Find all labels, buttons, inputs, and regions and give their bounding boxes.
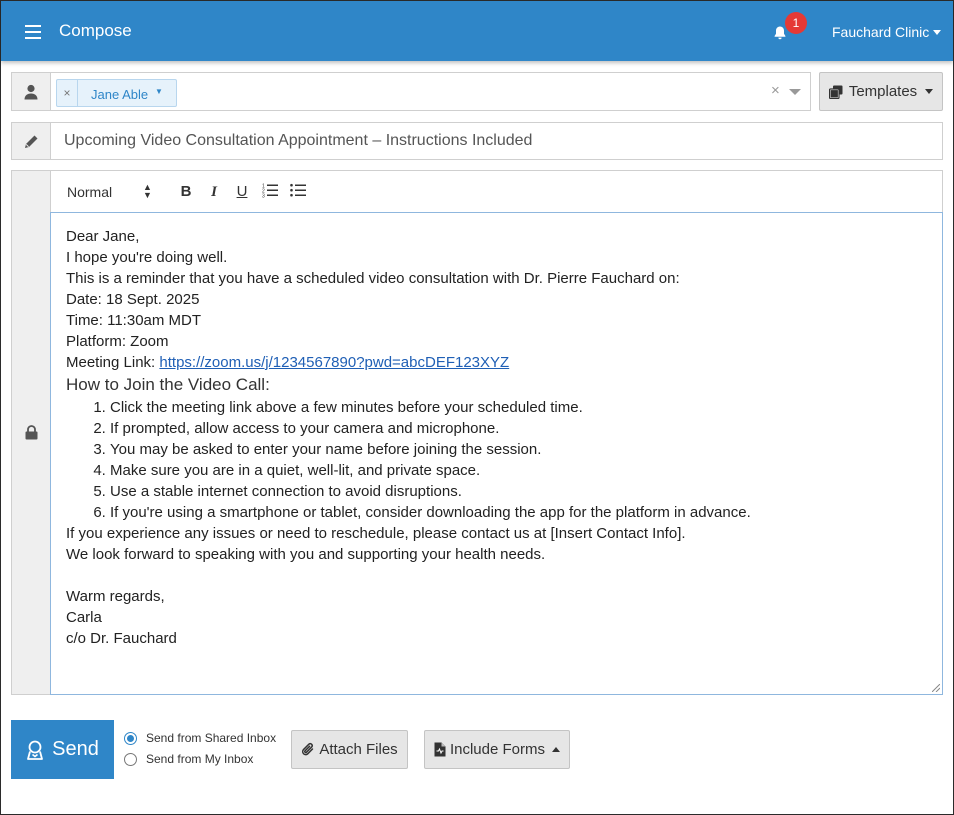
menu-icon[interactable]	[25, 25, 41, 39]
select-arrows-icon: ▲ ▼	[143, 182, 152, 200]
recipient-dropdown-icon[interactable]	[789, 89, 801, 95]
meeting-link-line: Meeting Link: https://zoom.us/j/12345678…	[66, 352, 927, 373]
templates-button[interactable]: Templates	[819, 72, 943, 111]
format-select[interactable]: Normal ▲ ▼	[67, 182, 153, 201]
bullet-list-icon[interactable]	[288, 182, 308, 202]
clinic-dropdown[interactable]: Fauchard Clinic	[832, 24, 942, 40]
pencil-icon	[24, 135, 37, 148]
recipient-name: Jane Able	[91, 87, 149, 102]
recipient-select[interactable]: × Jane Able ▼ ×	[50, 72, 811, 111]
format-value: Normal	[67, 184, 113, 200]
greeting: Dear Jane,	[66, 228, 140, 245]
signer-name: Carla	[66, 609, 102, 626]
include-forms-button[interactable]: Include Forms	[424, 730, 570, 769]
body-addon	[11, 170, 51, 695]
top-bar: Compose 1 Fauchard Clinic	[1, 1, 953, 61]
subject-addon	[11, 122, 51, 160]
user-icon	[24, 84, 38, 99]
send-label: Send	[52, 738, 99, 760]
appointment-date: Date: 18 Sept. 2025	[66, 291, 200, 308]
list-item: If you're using a smartphone or tablet, …	[110, 502, 927, 523]
svg-text:3: 3	[262, 194, 265, 199]
caret-down-icon	[933, 30, 942, 35]
signer-org: c/o Dr. Fauchard	[66, 630, 177, 647]
ordered-list-icon[interactable]: 123	[260, 182, 280, 202]
send-from-mine-option[interactable]: Send from My Inbox	[124, 752, 253, 766]
lock-icon	[25, 425, 37, 440]
recipient-addon	[11, 72, 51, 111]
caret-up-icon	[552, 747, 561, 752]
signoff: Warm regards,	[66, 588, 165, 605]
subject-field[interactable]	[50, 122, 943, 160]
send-from-mine-label: Send from My Inbox	[146, 752, 254, 766]
bold-icon[interactable]: B	[176, 182, 196, 202]
send-icon	[27, 740, 44, 760]
attach-files-label: Attach Files	[319, 741, 398, 758]
italic-icon[interactable]: I	[204, 182, 224, 202]
form-file-icon	[434, 742, 446, 757]
templates-label: Templates	[848, 83, 918, 100]
list-item: You may be asked to enter your name befo…	[110, 439, 927, 460]
send-from-shared-option[interactable]: Send from Shared Inbox	[124, 731, 276, 745]
remove-recipient-icon[interactable]: ×	[57, 80, 78, 106]
meeting-link[interactable]: https://zoom.us/j/1234567890?pwd=abcDEF1…	[159, 354, 509, 371]
send-button[interactable]: Send	[11, 720, 114, 779]
page-title: Compose	[59, 21, 132, 40]
attach-files-button[interactable]: Attach Files	[291, 730, 408, 769]
clinic-name: Fauchard Clinic	[832, 24, 930, 40]
body-line: If you experience any issues or need to …	[66, 525, 686, 542]
send-from-shared-label: Send from Shared Inbox	[146, 731, 277, 745]
paperclip-icon	[302, 742, 314, 756]
clear-recipients-icon[interactable]: ×	[771, 82, 780, 99]
caret-down-icon	[925, 89, 934, 94]
appointment-platform: Platform: Zoom	[66, 333, 169, 350]
templates-icon	[828, 85, 843, 99]
body-line: This is a reminder that you have a sched…	[66, 270, 680, 287]
list-item: Click the meeting link above a few minut…	[110, 397, 927, 418]
meeting-link-label: Meeting Link:	[66, 354, 160, 371]
recipient-caret-icon[interactable]: ▼	[155, 87, 163, 96]
subject-input[interactable]	[51, 123, 942, 159]
body-line: We look forward to speaking with you and…	[66, 546, 546, 563]
list-item: Make sure you are in a quiet, well-lit, …	[110, 460, 927, 481]
list-item: If prompted, allow access to your camera…	[110, 418, 927, 439]
notification-badge: 1	[785, 12, 807, 34]
instructions-list: Click the meeting link above a few minut…	[66, 397, 927, 523]
instructions-heading: How to Join the Video Call:	[66, 375, 270, 394]
list-item: Use a stable internet connection to avoi…	[110, 481, 927, 502]
body-line: I hope you're doing well.	[66, 249, 228, 266]
resize-handle-icon[interactable]	[932, 684, 940, 692]
radio-my-inbox[interactable]	[124, 752, 137, 766]
appointment-time: Time: 11:30am MDT	[66, 312, 202, 329]
editor-toolbar: Normal ▲ ▼ B I U 123	[50, 170, 943, 212]
radio-shared-inbox[interactable]	[124, 731, 137, 745]
recipient-tag[interactable]: × Jane Able ▼	[56, 79, 177, 107]
include-forms-label: Include Forms	[449, 741, 546, 758]
underline-icon[interactable]: U	[232, 182, 252, 202]
message-editor[interactable]: Dear Jane, I hope you're doing well. Thi…	[50, 212, 943, 695]
